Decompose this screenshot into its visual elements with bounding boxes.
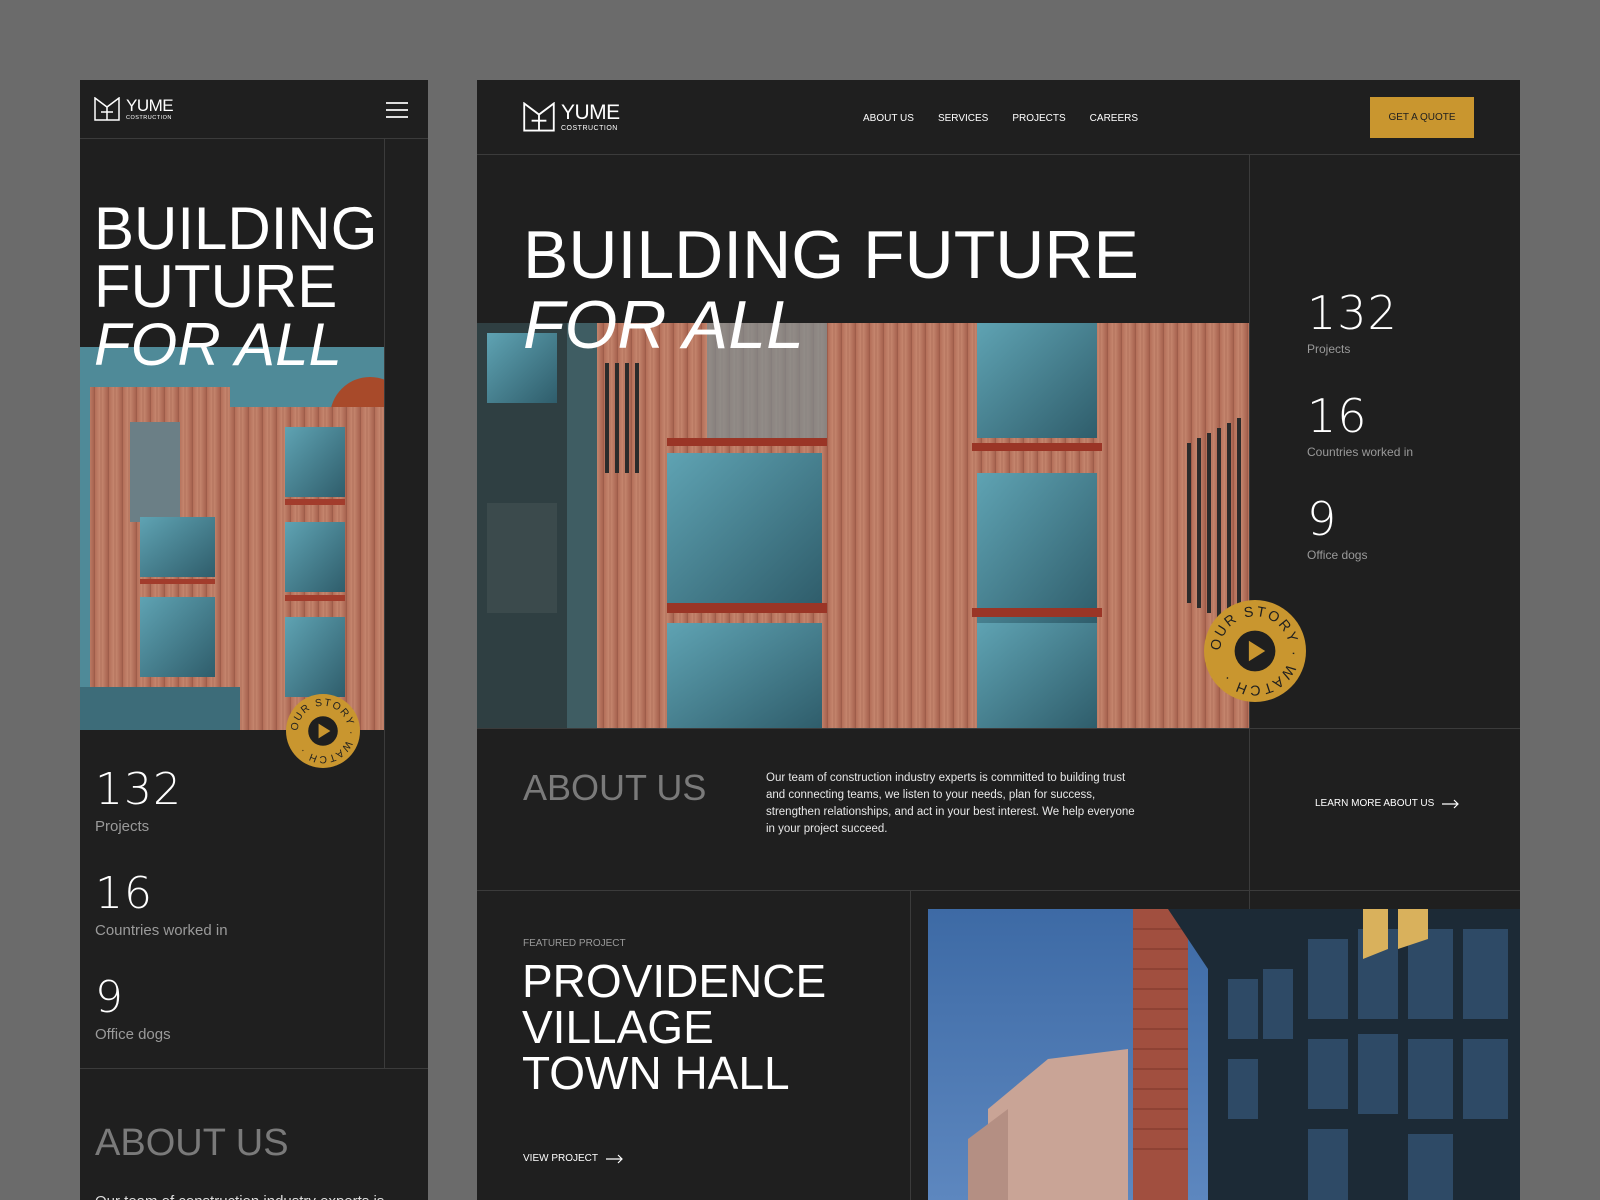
featured-title: PROVIDENCE VILLAGE TOWN HALL [522,958,826,1096]
stat-label: Projects [1307,342,1351,356]
stat-value: 9 [95,972,124,1023]
watch-story-button[interactable]: OUR STORY · WATCH · [1204,600,1306,702]
featured-eyebrow: FEATURED PROJECT [523,938,626,949]
arrow-right-icon [1442,799,1460,808]
stat-label: Countries worked in [1307,445,1414,459]
brand-tagline: COSTRUCTION [561,125,618,132]
stat-countries: 16 Countries worked in [1307,393,1413,459]
hero-line-3: FOR ALL [94,311,342,378]
featured-photo [928,909,1520,1200]
main-nav: ABOUT US SERVICES PROJECTS CAREERS [863,113,1138,124]
logo-mark-icon [94,97,120,121]
about-text: Our team of construction industry expert… [766,772,1135,835]
divider [910,890,911,1200]
stat-value: 132 [1307,286,1398,340]
nav-about[interactable]: ABOUT US [863,113,914,124]
get-quote-button[interactable]: GET A QUOTE [1370,97,1474,138]
stat-label: Projects [95,818,150,835]
stat-dogs: 9 Office dogs [1307,496,1367,562]
view-project-link[interactable]: VIEW PROJECT [523,1153,624,1164]
divider [1249,154,1250,966]
brand-logo[interactable]: YUME COSTRUCTION [523,102,620,132]
learn-more-link[interactable]: LEARN MORE ABOUT US [1315,798,1460,809]
nav-careers[interactable]: CAREERS [1090,113,1138,124]
hero-line-2: FUTURE [94,253,338,320]
divider [477,154,1520,155]
featured-line-2: VILLAGE [522,1001,714,1053]
logo-mark-icon [523,102,555,132]
stat-value: 16 [1307,389,1368,443]
mobile-about-title: ABOUT US [95,1122,289,1164]
view-project-label: VIEW PROJECT [523,1153,599,1164]
divider [477,728,1520,729]
arrow-right-icon [606,1154,623,1163]
stat-projects: 132 Projects [1307,290,1398,356]
stat-dogs: 9 Office dogs [95,972,171,1044]
desktop-frame: YUME COSTRUCTION ABOUT US SERVICES PROJE… [477,80,1520,1200]
divider [477,890,1520,891]
hero-photo [477,323,1249,728]
hero-photo [80,347,384,730]
stat-label: Countries worked in [95,922,228,939]
brand-name: YUME [126,96,174,115]
stat-label: Office dogs [1307,548,1368,562]
nav-services[interactable]: SERVICES [938,113,988,124]
divider [384,138,385,1068]
watch-story-button[interactable]: OUR STORY · WATCH · [286,694,360,768]
hero-line-1: BUILDING FUTURE [523,217,1139,293]
stat-value: 9 [1307,492,1338,546]
brand-name: YUME [561,101,620,124]
hero-title: BUILDING FUTURE FOR ALL [523,220,1139,360]
divider [80,138,428,139]
stat-value: 132 [95,764,182,815]
featured-line-3: TOWN HALL [522,1047,790,1099]
learn-more-label: LEARN MORE ABOUT US [1315,798,1435,809]
stat-value: 16 [95,868,153,919]
hero-line-1: BUILDING [94,195,378,262]
mobile-about-text: Our team of construction industry expert… [95,1192,415,1200]
mobile-frame: YUME COSTRUCTION BUILDING FUTURE FOR ALL… [80,80,428,1200]
about-title: ABOUT US [523,767,707,808]
brand-logo[interactable]: YUME COSTRUCTION [94,96,174,122]
stat-projects: 132 Projects [95,764,182,836]
menu-icon[interactable] [386,102,408,118]
featured-line-1: PROVIDENCE [522,955,827,1007]
nav-projects[interactable]: PROJECTS [1012,113,1065,124]
stat-countries: 16 Countries worked in [95,868,228,940]
stat-label: Office dogs [95,1026,171,1043]
divider [80,1068,428,1069]
hero-line-3: FOR ALL [523,287,804,363]
hero-title: BUILDING FUTURE FOR ALL [94,195,378,378]
brand-tagline: COSTRUCTION [126,115,172,121]
